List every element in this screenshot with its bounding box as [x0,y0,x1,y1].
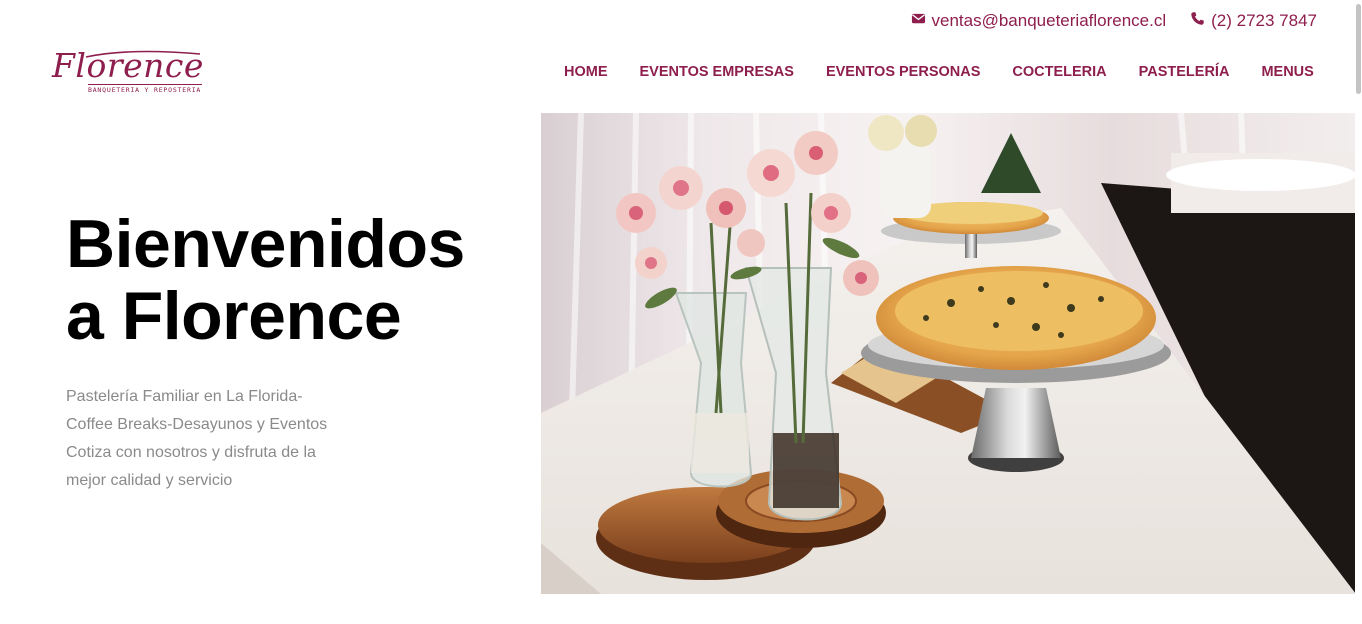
logo-divider [88,84,202,85]
hero-image [541,113,1356,594]
scrollbar-thumb[interactable] [1356,4,1361,94]
email-text: ventas@banqueteriaflorence.cl [931,11,1167,30]
nav-pasteleria[interactable]: PASTELERÍA [1123,62,1246,82]
phone-text: (2) 2723 7847 [1211,11,1317,30]
nav-cocteleria[interactable]: COCTELERIA [996,62,1122,82]
hero-desc-line-3: Cotiza con nosotros y disfruta de la [66,444,316,461]
hero-title-line-1: Bienvenidos [66,206,465,282]
phone-link[interactable]: (2) 2723 7847 [1190,11,1317,31]
hero-desc-line-4: mejor calidad y servicio [66,472,233,489]
nav-menus[interactable]: MENUS [1245,62,1329,82]
hero-photo-illustration [541,113,1356,594]
nav-home[interactable]: HOME [548,62,624,82]
hero-title-line-2: a Florence [66,278,402,354]
hero-desc-line-2: Coffee Breaks-Desayunos y Eventos [66,416,328,433]
main-nav: HOME EVENTOS EMPRESAS EVENTOS PERSONAS C… [548,62,1330,82]
hero-desc-line-1: Pastelería Familiar en La Florida- [66,388,303,405]
logo-tagline: BANQUETERIA Y REPOSTERIA [88,86,202,94]
envelope-icon [911,11,926,31]
hero-title: Bienvenidos a Florence [66,208,465,352]
contact-bar: ventas@banqueteriaflorence.cl (2) 2723 7… [911,8,1317,34]
site-logo[interactable]: Florence BANQUETERIA Y REPOSTERIA [52,47,204,99]
email-link[interactable]: ventas@banqueteriaflorence.cl [911,11,1167,31]
logo-wordmark: Florence [52,46,204,85]
nav-eventos-empresas[interactable]: EVENTOS EMPRESAS [624,62,810,82]
page-scrollbar[interactable] [1355,0,1362,624]
nav-eventos-personas[interactable]: EVENTOS PERSONAS [810,62,996,82]
hero-description: Pastelería Familiar en La Florida- Coffe… [66,383,366,495]
phone-icon [1190,11,1205,31]
